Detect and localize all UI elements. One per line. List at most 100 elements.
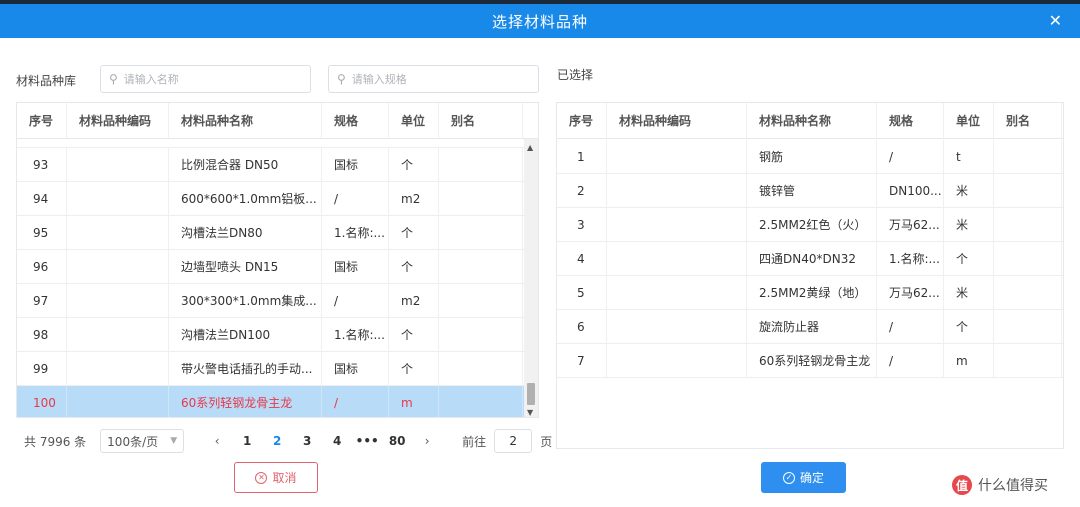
cell-code: [607, 276, 747, 309]
cell-code: [67, 148, 169, 181]
goto-page-input[interactable]: [494, 429, 533, 453]
column-header-alias: 别名: [439, 103, 523, 138]
goto-label: 前往: [462, 434, 487, 449]
cell-spec: /: [322, 386, 389, 417]
cell-name: 300*300*1.0mm集成...: [169, 284, 322, 317]
column-header-spec: 规格: [322, 103, 389, 138]
cell-code: [607, 242, 747, 275]
cell-name: 60系列轻钢龙骨主龙: [169, 386, 322, 417]
dialog-title: 选择材料品种: [491, 12, 588, 31]
cell-alias: [994, 174, 1062, 207]
table-row[interactable]: 93 比例混合器 DN50 国标个: [17, 148, 524, 182]
cell-spec: /: [322, 284, 389, 317]
cell-seq: 96: [17, 250, 67, 283]
column-header-unit: 单位: [944, 103, 994, 138]
search-icon: ⚲: [109, 72, 118, 86]
cell-code: [67, 318, 169, 351]
table-header: 序号 材料品种编码 材料品种名称 规格 单位 别名: [17, 103, 538, 139]
cell-code: [67, 250, 169, 283]
cell-alias: [439, 216, 523, 249]
cell-name: 边墙型喷头 DN15: [169, 250, 322, 283]
cancel-button[interactable]: ✕ 取消: [234, 462, 318, 493]
cell-name: 2.5MM2红色（火）: [747, 208, 877, 241]
dialog-titlebar: 选择材料品种 ✕: [0, 4, 1080, 38]
cell-unit: m2: [389, 284, 439, 317]
scroll-up-icon[interactable]: ▲: [527, 143, 533, 152]
table-row[interactable]: 4 四通DN40*DN32 1.名称:... 个: [557, 242, 1063, 276]
cell-code: [67, 284, 169, 317]
table-row[interactable]: 2 镀锌管 DN100... 米: [557, 174, 1063, 208]
cell-seq: 95: [17, 216, 67, 249]
cell-spec: DN100...: [877, 174, 944, 207]
logo-icon: 值: [952, 475, 972, 495]
table-header: 序号 材料品种编码 材料品种名称 规格 单位 别名: [557, 103, 1063, 139]
page-number[interactable]: 1: [232, 434, 262, 448]
cell-name: 钢筋: [747, 140, 877, 173]
cell-name: 沟槽法兰DN80: [169, 216, 322, 249]
table-row[interactable]: 99 带火警电话插孔的手动... 国标个: [17, 352, 524, 386]
cell-alias: [439, 318, 523, 351]
vertical-scrollbar[interactable]: ▲ ▼: [524, 139, 538, 417]
cell-unit: 个: [389, 148, 439, 181]
cell-unit: 个: [389, 216, 439, 249]
search-name-box[interactable]: ⚲: [100, 65, 311, 93]
cell-unit: 个: [389, 250, 439, 283]
cell-alias: [439, 148, 523, 181]
cell-alias: [994, 140, 1062, 173]
table-row[interactable]: 5 2.5MM2黄绿（地） 万马62... 米: [557, 276, 1063, 310]
cell-alias: [994, 344, 1062, 377]
confirm-button[interactable]: ✓ 确定: [761, 462, 846, 493]
table-row[interactable]: 97 300*300*1.0mm集成... / m2: [17, 284, 524, 318]
cell-name: 沟槽法兰DN100: [169, 318, 322, 351]
close-icon[interactable]: ✕: [1049, 11, 1062, 30]
search-spec-input[interactable]: [351, 72, 502, 86]
cell-seq: 2: [557, 174, 607, 207]
page-number[interactable]: 2: [262, 434, 292, 448]
table-row[interactable]: 7 60系列轻钢龙骨主龙 / m: [557, 344, 1063, 378]
cell-alias: [994, 310, 1062, 343]
cell-seq: 97: [17, 284, 67, 317]
confirm-button-label: 确定: [799, 471, 824, 485]
cell-alias: [994, 276, 1062, 309]
column-header-seq: 序号: [557, 103, 607, 138]
search-spec-box[interactable]: ⚲: [328, 65, 539, 93]
next-page-icon[interactable]: ›: [412, 434, 442, 448]
more-pages-icon[interactable]: •••: [352, 434, 382, 448]
cell-spec: 1.名称:...: [877, 242, 944, 275]
search-name-input[interactable]: [123, 72, 274, 86]
cell-seq: 99: [17, 352, 67, 385]
goto-unit: 页: [540, 434, 553, 449]
cell-spec: 1.名称:...: [322, 216, 389, 249]
table-row[interactable]: 96 边墙型喷头 DN15 国标个: [17, 250, 524, 284]
page-number[interactable]: 80: [382, 434, 412, 448]
scroll-down-icon[interactable]: ▼: [527, 408, 533, 417]
cell-seq: 94: [17, 182, 67, 215]
column-header-seq: 序号: [17, 103, 67, 138]
table-row[interactable]: 95 沟槽法兰DN80 1.名称:... 个: [17, 216, 524, 250]
page-number[interactable]: 4: [322, 434, 352, 448]
cell-spec: 国标: [322, 250, 389, 283]
cell-code: [67, 216, 169, 249]
cell-alias: [439, 284, 523, 317]
search-icon: ⚲: [337, 72, 346, 86]
table-row[interactable]: 100 60系列轻钢龙骨主龙 / m: [17, 386, 524, 417]
material-library-table: 序号 材料品种编码 材料品种名称 规格 单位 别名 93 比例混合器 DN50 国标个 94 60…: [16, 102, 539, 418]
cell-spec: /: [877, 344, 944, 377]
cell-code: [607, 174, 747, 207]
column-header-name: 材料品种名称: [169, 103, 322, 138]
page-numbers: 1 2 3 4 ••• 80: [232, 434, 412, 448]
cell-seq: 5: [557, 276, 607, 309]
page-number[interactable]: 3: [292, 434, 322, 448]
cell-code: [607, 208, 747, 241]
cell-seq: 98: [17, 318, 67, 351]
table-row[interactable]: 6 旋流防止器 / 个: [557, 310, 1063, 344]
prev-page-icon[interactable]: ‹: [202, 434, 232, 448]
column-header-code: 材料品种编码: [607, 103, 747, 138]
table-row[interactable]: 1 钢筋 / t: [557, 140, 1063, 174]
selected-label: 已选择: [557, 68, 594, 82]
table-row[interactable]: 3 2.5MM2红色（火） 万马62... 米: [557, 208, 1063, 242]
page-size-select[interactable]: 100条/页 ▼: [100, 429, 185, 453]
table-row[interactable]: 94 600*600*1.0mm铝板... / m2: [17, 182, 524, 216]
table-row[interactable]: 98 沟槽法兰DN100 1.名称:... 个: [17, 318, 524, 352]
scrollbar-thumb[interactable]: [527, 383, 535, 405]
